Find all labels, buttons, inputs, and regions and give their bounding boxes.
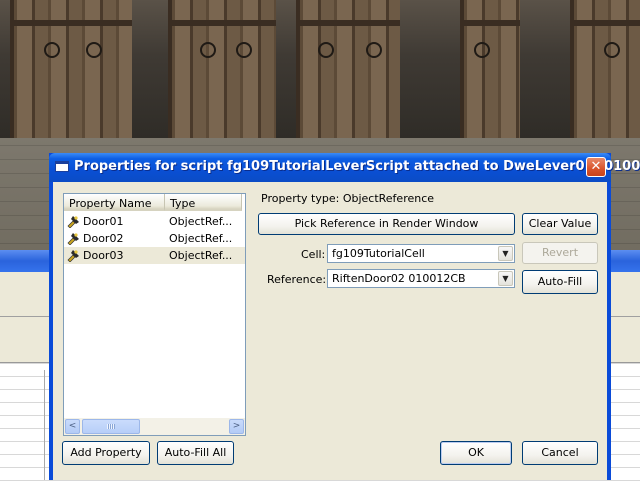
close-button[interactable]: ✕ [586,157,606,177]
property-type: ObjectRef... [169,232,233,245]
scene-door [10,0,140,138]
stone-wall [520,0,570,138]
stone-wall [0,0,10,138]
list-item[interactable]: Door01 ObjectRef... [64,213,245,230]
stone-wall [276,0,296,138]
auto-fill-button[interactable]: Auto-Fill [522,270,598,294]
chevron-down-icon[interactable]: ▼ [498,271,513,286]
scene-door [570,0,640,138]
add-property-button[interactable]: Add Property [62,441,150,465]
auto-fill-all-button[interactable]: Auto-Fill All [157,441,234,465]
scrollbar-thumb[interactable] [82,419,140,434]
property-script-icon [67,250,79,262]
clear-value-button[interactable]: Clear Value [522,213,598,235]
cancel-button[interactable]: Cancel [522,441,598,465]
stone-wall [400,0,460,138]
reference-dropdown[interactable]: RiftenDoor02 010012CB ▼ [327,269,515,288]
reference-value: RiftenDoor02 010012CB [332,272,466,285]
property-name: Door01 [83,215,124,228]
chevron-down-icon[interactable]: ▼ [498,246,513,261]
dialog-titlebar[interactable]: Properties for script fg109TutorialLever… [49,153,640,182]
property-type: ObjectRef... [169,249,233,262]
scene-door [296,0,408,138]
revert-button[interactable]: Revert [522,242,598,264]
dialog-title: Properties for script fg109TutorialLever… [74,159,640,174]
column-header-property-name[interactable]: Property Name [64,194,165,211]
property-type: ObjectRef... [169,215,233,228]
property-script-icon [67,216,79,228]
horizontal-scrollbar[interactable]: < > [64,418,245,435]
scene-door [168,0,284,138]
list-item[interactable]: Door02 ObjectRef... [64,230,245,247]
reference-label: Reference: [267,273,327,286]
properties-dialog: Properties for script fg109TutorialLever… [49,153,640,480]
pick-reference-button[interactable]: Pick Reference in Render Window [258,213,515,235]
cell-dropdown[interactable]: fg109TutorialCell ▼ [327,244,515,263]
window-icon [55,161,69,172]
scene-door [460,0,528,138]
scroll-right-icon[interactable]: > [229,419,244,434]
property-list[interactable]: Property Name Type Door01 ObjectRef... D… [63,193,246,436]
dialog-body: Property Name Type Door01 ObjectRef... D… [53,182,607,480]
list-item-selected[interactable]: Door03 ObjectRef... [64,247,245,264]
cell-value: fg109TutorialCell [332,247,425,260]
ok-button[interactable]: OK [440,441,512,465]
stone-wall [132,0,168,138]
property-name: Door02 [83,232,124,245]
property-type-label: Property type: ObjectReference [261,192,435,205]
scroll-left-icon[interactable]: < [65,419,80,434]
property-script-icon [67,233,79,245]
property-name: Door03 [83,249,124,262]
column-header-type[interactable]: Type [165,194,242,211]
cell-label: Cell: [301,248,326,261]
